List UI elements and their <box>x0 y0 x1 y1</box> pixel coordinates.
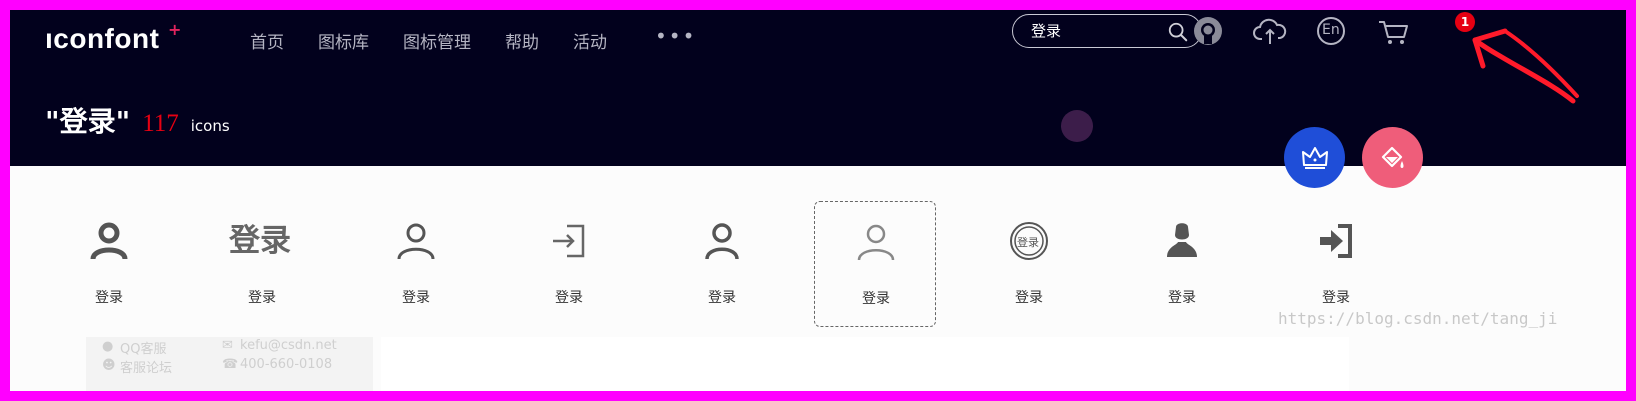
language-en-icon[interactable]: En <box>1316 16 1346 46</box>
icon-card[interactable]: 登录 <box>508 201 630 327</box>
language-label: En <box>1322 22 1340 38</box>
search-box <box>1012 14 1202 48</box>
forum-icon: ☻ <box>102 358 116 373</box>
icon-label: 登录 <box>1015 290 1043 306</box>
github-icon[interactable] <box>1193 16 1223 46</box>
footer-contact-panel: ● QQ客服 ☻ 客服论坛 ✉ kefu@csdn.net ☎ 400-660-… <box>86 337 373 391</box>
crown-icon <box>1301 146 1328 169</box>
nav-activities[interactable]: 活动 <box>573 28 607 53</box>
search-input[interactable] <box>1031 21 1161 39</box>
icon-label: 登录 <box>555 290 583 306</box>
icon-label: 登录 <box>1168 290 1196 306</box>
qq-icon: ● <box>102 339 114 354</box>
icon-card[interactable]: 登录 <box>355 201 477 327</box>
support-phone: 400-660-0108 <box>240 357 333 372</box>
upload-cloud-icon[interactable] <box>1253 16 1287 46</box>
result-unit: icons <box>190 117 230 135</box>
cart-icon[interactable] <box>1377 16 1411 46</box>
user-outline-icon <box>705 223 739 260</box>
email-icon: ✉ <box>222 338 233 353</box>
icon-card[interactable]: 登录 登录 <box>968 201 1090 327</box>
nav-icon-library[interactable]: 图标库 <box>318 28 369 53</box>
user-thin-icon <box>857 224 895 261</box>
footer-panel <box>381 337 1349 391</box>
result-query: "登录" <box>45 105 131 138</box>
login-stamp-icon: 登录 <box>1009 221 1049 261</box>
result-count: 117 <box>142 110 179 137</box>
search-result-title: "登录" 117 icons <box>45 100 230 140</box>
icon-label: 登录 <box>248 290 276 306</box>
user-silhouette-icon <box>1167 223 1197 257</box>
forum-link[interactable]: 客服论坛 <box>120 357 172 376</box>
logo[interactable]: ıconfont <box>45 23 159 55</box>
icon-label: 登录 <box>862 291 890 307</box>
text-login-icon: 登录 <box>229 221 295 261</box>
nav-more-icon[interactable]: ••• <box>655 24 696 48</box>
sign-in-solid-icon <box>1320 224 1352 258</box>
login-stamp-text: 登录 <box>1017 236 1039 249</box>
qq-service-link[interactable]: QQ客服 <box>120 338 166 357</box>
paint-bucket-icon <box>1381 146 1403 168</box>
icon-card[interactable]: 登录 <box>1121 201 1243 327</box>
phone-icon: ☎ <box>222 357 239 372</box>
text-login-glyph: 登录 <box>229 223 291 259</box>
icon-card[interactable]: 登录 <box>661 201 783 327</box>
search-icon[interactable] <box>1167 21 1189 43</box>
paint-button[interactable] <box>1362 127 1423 188</box>
icon-label: 登录 <box>95 290 123 306</box>
nav-icon-management[interactable]: 图标管理 <box>403 28 471 53</box>
crown-button[interactable] <box>1284 127 1345 188</box>
annotation-arrow <box>1472 28 1579 104</box>
icon-card[interactable]: 登录 登录 <box>201 201 323 327</box>
logo-plus-mark: + <box>168 20 182 39</box>
main-nav: 首页 图标库 图标管理 帮助 活动 <box>250 28 641 53</box>
user-bold-icon <box>90 222 128 260</box>
support-email[interactable]: kefu@csdn.net <box>240 338 337 353</box>
watermark: https://blog.csdn.net/tang_ji <box>1278 309 1558 328</box>
sign-in-outline-icon <box>553 224 585 258</box>
icon-card-hovered[interactable]: 登录 <box>814 201 936 327</box>
page-frame: ıconfont + 首页 图标库 图标管理 帮助 活动 ••• 登录 En 1… <box>10 10 1626 391</box>
nav-help[interactable]: 帮助 <box>505 28 539 53</box>
icon-label: 登录 <box>1322 290 1350 306</box>
nav-home[interactable]: 首页 <box>250 28 284 53</box>
icon-card[interactable]: 登录 <box>48 201 170 327</box>
icon-label: 登录 <box>402 290 430 306</box>
decorative-dot <box>1061 110 1093 142</box>
icon-label: 登录 <box>708 290 736 306</box>
user-outline-icon <box>397 223 435 260</box>
